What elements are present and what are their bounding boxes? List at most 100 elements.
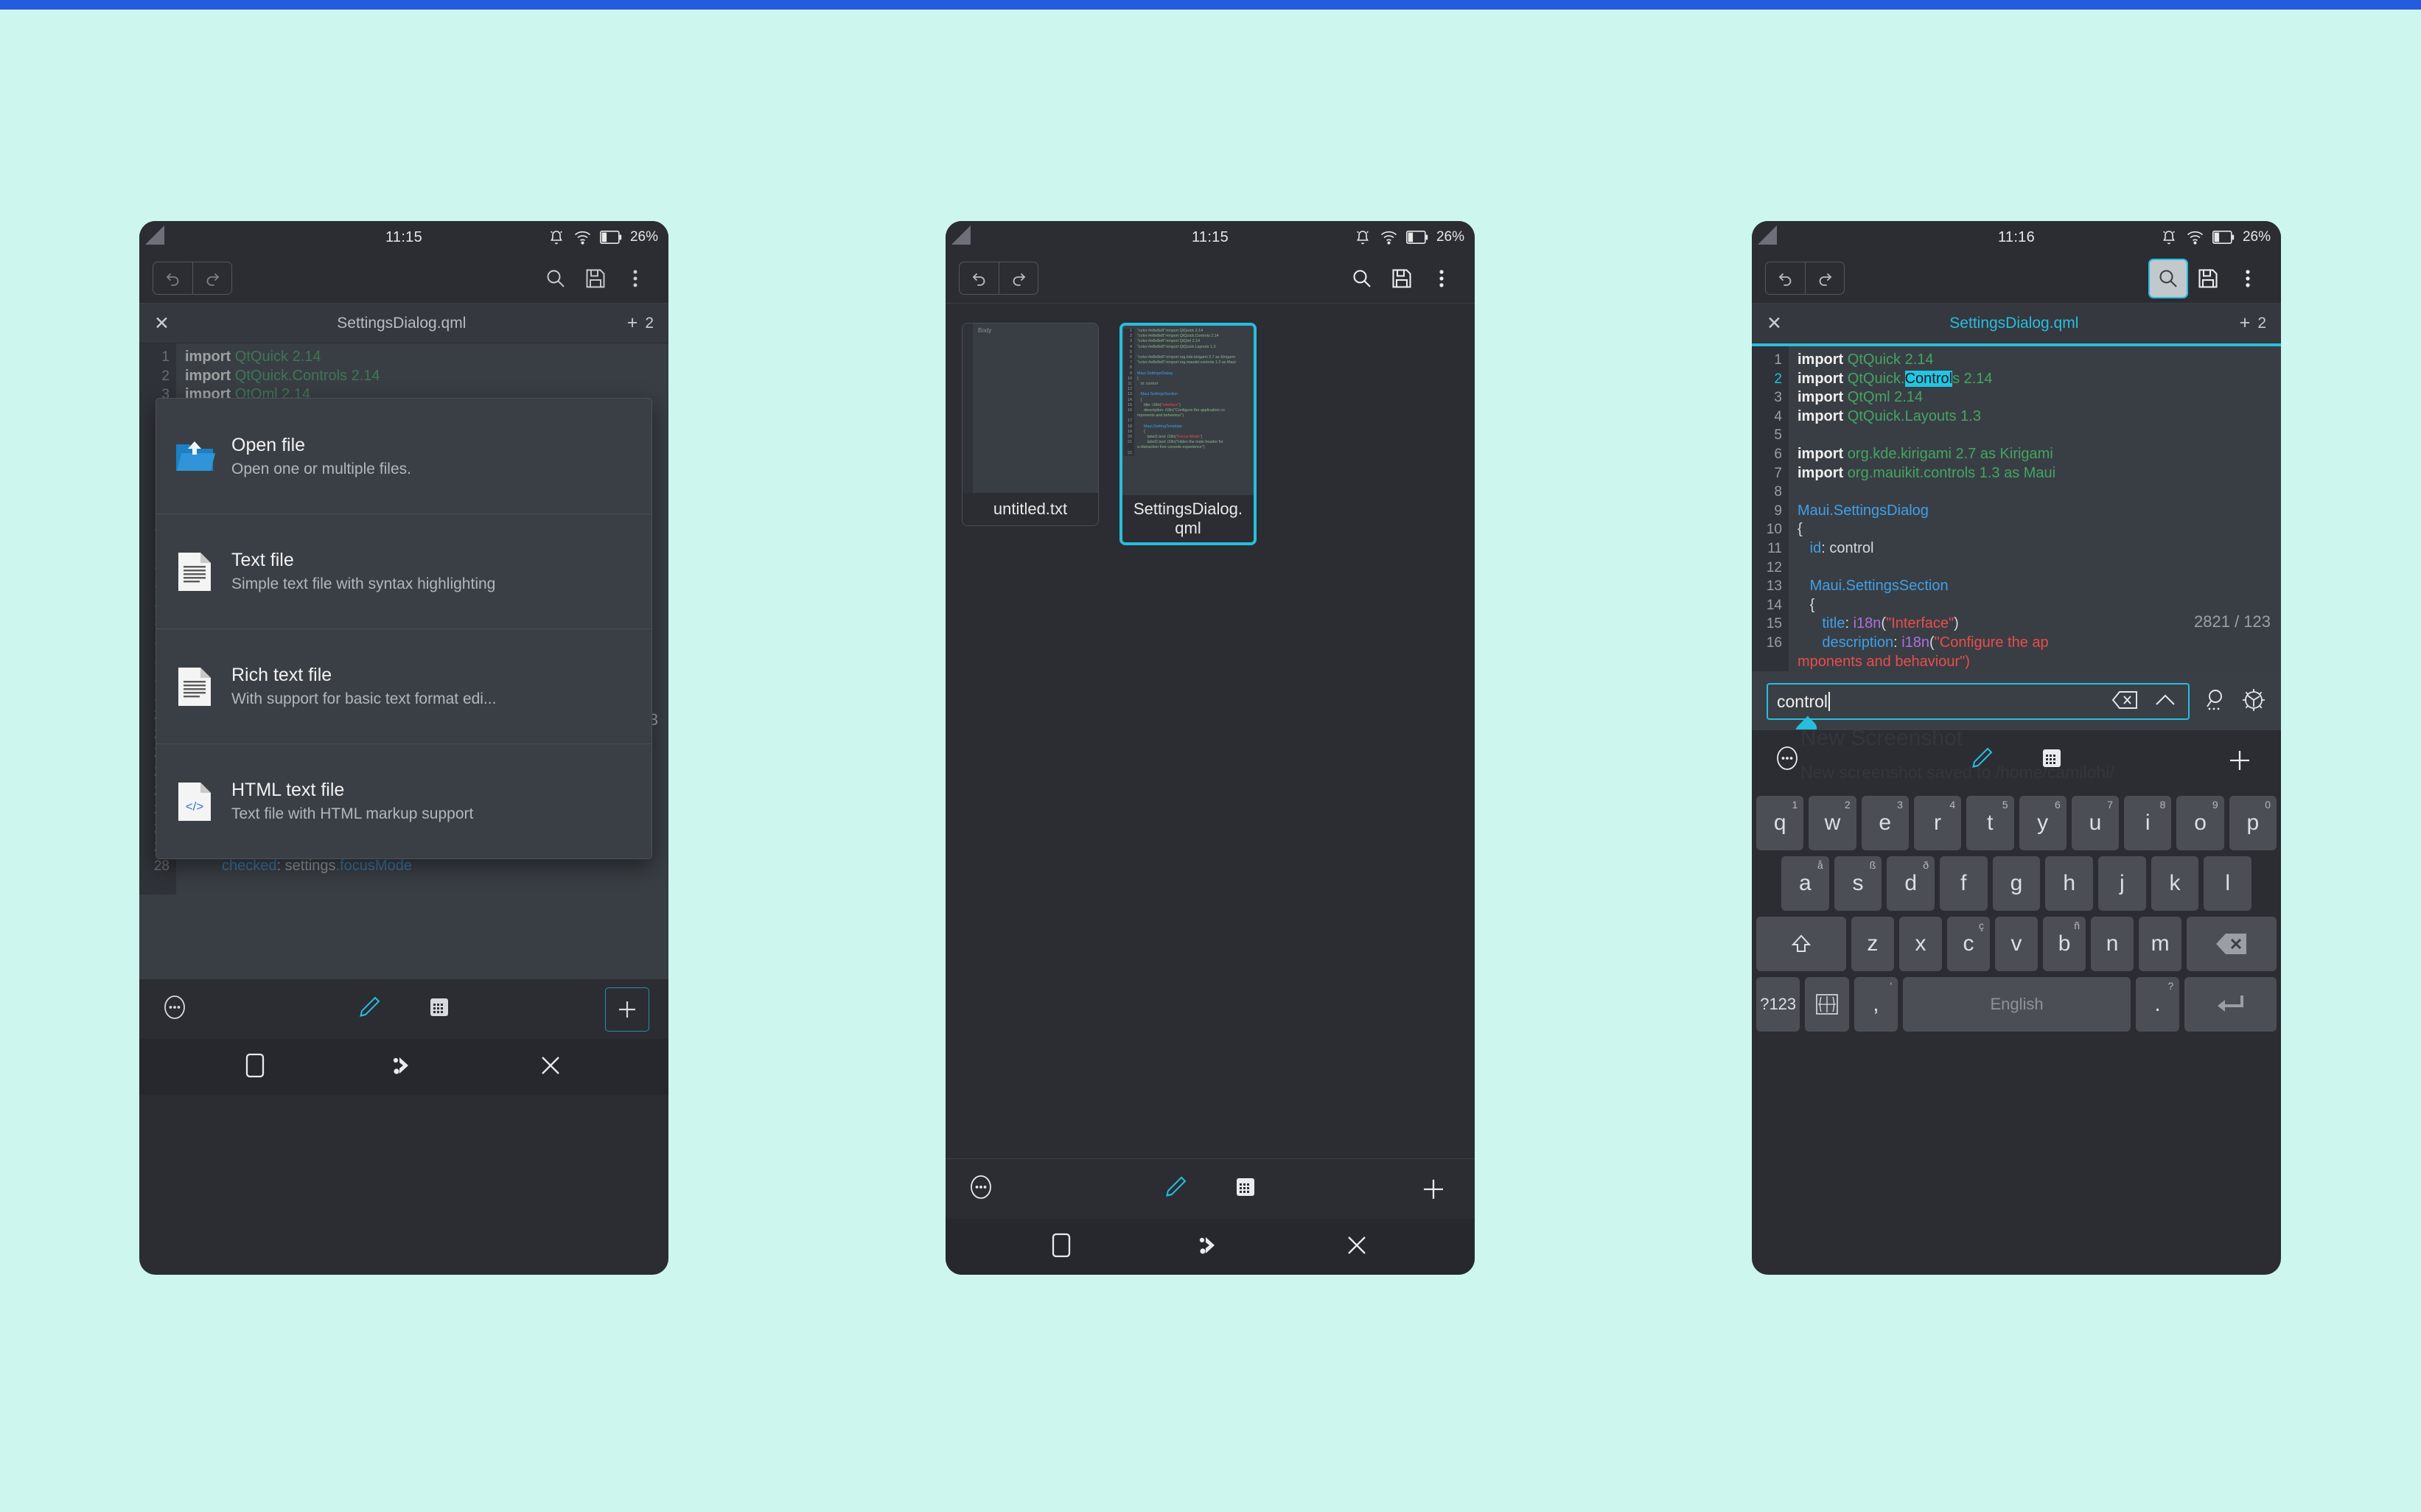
overflow-menu-button[interactable] <box>2228 259 2268 298</box>
save-button[interactable] <box>576 259 615 298</box>
dialog-item-open-folder[interactable]: Open file Open one or multiple files. <box>156 399 651 514</box>
recents-square-icon[interactable] <box>242 1050 268 1085</box>
overflow-menu-button[interactable] <box>615 259 655 298</box>
redo-button[interactable] <box>999 262 1038 294</box>
close-back-icon[interactable] <box>1342 1231 1372 1264</box>
file-thumbnail-grid[interactable]: Body untitled.txt 1 2 3 4 5 6 7 8 9 10 11 12 13 14 15 1… <box>946 304 1475 1158</box>
virtual-keyboard[interactable]: q1w2e3r4t5y6u7i8o9p0 aåsßdðfghjkl zxcçvbñn… <box>1752 790 2281 1046</box>
line-number-gutter-3: 1 2 3 4 5 6 7 8 9 10 11 12 13 14 15 16 <box>1752 346 1789 672</box>
status-bar-1: 11:15 26% <box>139 221 668 253</box>
emoji-menu-button[interactable] <box>1771 742 1803 778</box>
add-file-button[interactable] <box>605 987 649 1032</box>
key-t[interactable]: t5 <box>1966 796 2014 850</box>
key-l[interactable]: l <box>2204 856 2252 911</box>
active-tab-filename[interactable]: SettingsDialog.qml <box>1789 315 2240 332</box>
code-editor-1[interactable]: 1234567891011121314151617181920212223242… <box>139 343 668 979</box>
key-g[interactable]: g <box>1992 856 2041 911</box>
key-j[interactable]: j <box>2098 856 2146 911</box>
save-button[interactable] <box>1382 259 1422 298</box>
key-x[interactable]: x <box>1898 917 1942 971</box>
close-tab-button[interactable]: ✕ <box>154 312 176 335</box>
key-e[interactable]: e3 <box>1861 796 1909 850</box>
key-w[interactable]: w2 <box>1809 796 1856 850</box>
key-space[interactable]: English <box>1903 977 2131 1032</box>
key-s[interactable]: sß <box>1834 856 1882 911</box>
dialog-item-subtitle: Simple text file with syntax highlightin… <box>231 575 496 592</box>
key-n[interactable]: n <box>2091 917 2134 971</box>
search-button[interactable] <box>2148 258 2188 298</box>
key-i[interactable]: i8 <box>2124 796 2172 850</box>
emoji-menu-button[interactable] <box>158 991 191 1027</box>
phone-screen-1: 11:15 26% ✕ SettingsDialog.qml + 2 1 2 3… <box>139 221 668 1275</box>
key-language[interactable] <box>1805 977 1849 1032</box>
key-symbols[interactable]: ?123 <box>1756 977 1800 1032</box>
key-v[interactable]: v <box>1994 917 2039 971</box>
file-card[interactable]: Body untitled.txt <box>962 323 1099 526</box>
redo-button[interactable] <box>192 262 231 294</box>
undo-button[interactable] <box>153 262 192 294</box>
dialog-item-html-document[interactable]: </> HTML text file Text file with HTML m… <box>156 743 651 858</box>
key-.[interactable]: .? <box>2135 977 2180 1032</box>
key-shift[interactable] <box>1756 917 1846 971</box>
pencil-edit-button[interactable] <box>1969 746 1994 774</box>
emoji-menu-button[interactable] <box>965 1171 997 1207</box>
dialog-item-rich-text-document[interactable]: Rich text file With support for basic te… <box>156 629 651 743</box>
keyboard-icon-button[interactable] <box>1234 1175 1257 1203</box>
key-c[interactable]: cç <box>1946 917 1990 971</box>
line-number: 1 <box>1774 352 1782 368</box>
key-y[interactable]: y6 <box>2019 796 2067 850</box>
pencil-edit-button[interactable] <box>1163 1175 1188 1203</box>
close-tab-button[interactable]: ✕ <box>1767 312 1789 335</box>
redo-button[interactable] <box>1805 262 1844 294</box>
key-,[interactable]: , ' <box>1854 977 1898 1032</box>
key-z[interactable]: z <box>1851 917 1894 971</box>
undo-button[interactable] <box>1766 262 1805 294</box>
key-backspace[interactable] <box>2187 917 2277 971</box>
key-m[interactable]: m <box>2139 917 2182 971</box>
key-b[interactable]: bñ <box>2043 917 2086 971</box>
key-enter[interactable] <box>2184 977 2277 1032</box>
add-tab-button[interactable]: + 2 <box>2240 312 2266 334</box>
dialog-item-text-document[interactable]: Text file Simple text file with syntax h… <box>156 514 651 629</box>
overflow-menu-button[interactable] <box>1422 259 1461 298</box>
code-token: import <box>1798 370 1848 387</box>
key-h[interactable]: h <box>2045 856 2094 911</box>
add-tab-button[interactable]: + 2 <box>627 312 654 334</box>
key-o[interactable]: o9 <box>2176 796 2224 850</box>
backspace-clear-icon[interactable] <box>2111 690 2138 713</box>
keyboard-icon-button[interactable] <box>427 995 451 1023</box>
active-tab-filename[interactable]: SettingsDialog.qml <box>176 315 627 332</box>
add-file-button[interactable] <box>1411 1167 1456 1211</box>
key-q[interactable]: q1 <box>1756 796 1804 850</box>
close-back-icon[interactable] <box>536 1051 565 1084</box>
recents-square-icon[interactable] <box>1049 1230 1074 1264</box>
key-p[interactable]: p0 <box>2229 796 2277 850</box>
code-editor-3[interactable]: 1 2 3 4 5 6 7 8 9 10 11 12 13 14 15 16 import QtQuick 2… <box>1752 343 2281 673</box>
undo-button[interactable] <box>960 262 999 294</box>
key-f[interactable]: f <box>1940 856 1988 911</box>
tab-count: 2 <box>645 314 654 332</box>
search-input[interactable]: control <box>1767 683 2190 720</box>
save-button[interactable] <box>2188 259 2228 298</box>
kde-home-icon[interactable] <box>386 1050 417 1085</box>
search-button[interactable] <box>1342 259 1382 298</box>
key-a[interactable]: aå <box>1781 856 1829 911</box>
file-card[interactable]: 1 2 3 4 5 6 7 8 9 10 11 12 13 14 15 16 17 18 19 20 21 22 "c… <box>1119 323 1257 545</box>
new-file-dialog[interactable]: Open file Open one or multiple files. Te… <box>156 398 652 859</box>
key-k[interactable]: k <box>2151 856 2199 911</box>
keyboard-icon-button[interactable] <box>2040 746 2064 774</box>
phone-screen-3: 11:16 26% ✕ SettingsDialog.qml + 2 1 2 3… <box>1752 221 2281 1275</box>
chevron-up-icon[interactable] <box>2154 692 2176 712</box>
pencil-edit-button[interactable] <box>357 995 382 1023</box>
kde-home-icon[interactable] <box>1192 1230 1223 1264</box>
key-d[interactable]: dð <box>1887 856 1935 911</box>
search-settings-icon[interactable] <box>2241 687 2266 716</box>
search-more-icon[interactable] <box>2203 687 2228 716</box>
key-u[interactable]: u7 <box>2071 796 2120 850</box>
search-button[interactable] <box>536 259 576 298</box>
code-line: import QtQml 2.14 <box>1798 388 2281 407</box>
key-r[interactable]: r4 <box>1913 796 1962 850</box>
add-file-button[interactable] <box>2218 738 2262 783</box>
